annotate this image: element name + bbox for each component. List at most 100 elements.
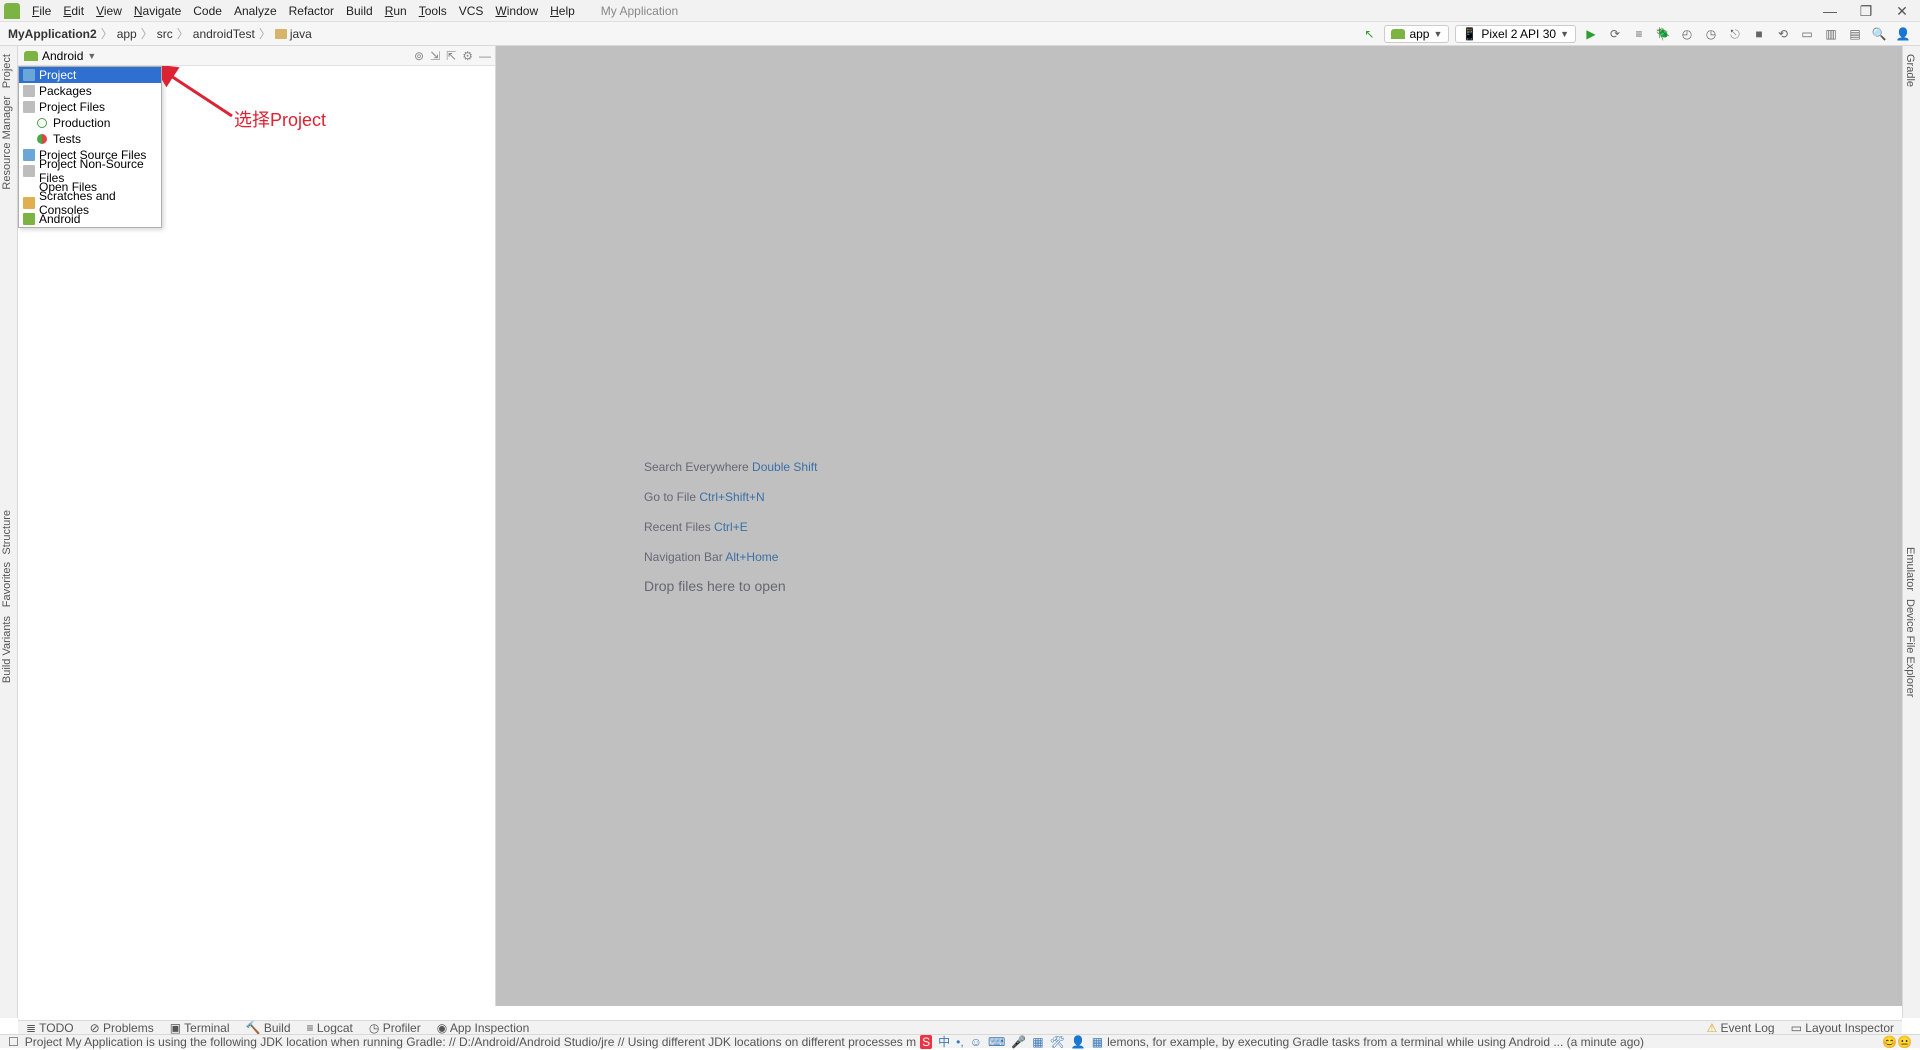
tool-build-variants[interactable]: Build Variants xyxy=(1,616,13,683)
status-indicator-icon[interactable]: ☐ xyxy=(8,1035,19,1049)
target-icon[interactable]: ⊚ xyxy=(414,49,424,63)
avd-manager-icon[interactable]: ▭ xyxy=(1798,25,1816,43)
tool-project[interactable]: Project xyxy=(1,54,13,88)
menu-refactor[interactable]: Refactor xyxy=(289,4,334,18)
tool-device-file-explorer[interactable]: Device File Explorer xyxy=(1904,599,1916,697)
hint-goto-file: Go to File Ctrl+Shift+N xyxy=(644,488,765,504)
dropdown-item-scratches[interactable]: Scratches and Consoles xyxy=(19,195,161,211)
production-icon xyxy=(37,118,47,128)
search-icon[interactable]: 🔍 xyxy=(1870,25,1888,43)
debug-icon[interactable]: 🪲 xyxy=(1654,25,1672,43)
menu-navigate[interactable]: Navigate xyxy=(134,4,181,18)
menu-help[interactable]: Help xyxy=(550,4,575,18)
annotation-label: 选择Project xyxy=(234,106,326,132)
ime-lang-icon[interactable]: 中 xyxy=(938,1033,950,1050)
menu-vcs[interactable]: VCS xyxy=(459,4,484,18)
ime-pad-icon[interactable]: ▦ xyxy=(1032,1035,1043,1049)
hide-icon[interactable]: — xyxy=(479,49,491,63)
tests-icon xyxy=(37,134,47,144)
run-config-select[interactable]: app ▼ xyxy=(1384,25,1449,43)
ime-face-icon[interactable]: ☺ xyxy=(970,1035,982,1049)
profile-icon[interactable]: ◷ xyxy=(1702,25,1720,43)
tool-gradle[interactable]: Gradle xyxy=(1904,54,1916,87)
dropdown-item-non-source-files[interactable]: Project Non-Source Files xyxy=(19,163,161,179)
coverage-icon[interactable]: ◴ xyxy=(1678,25,1696,43)
ime-kbd-icon[interactable]: ⌨ xyxy=(988,1035,1005,1049)
ime-mic-icon[interactable]: 🎤 xyxy=(1011,1035,1026,1049)
menu-tools[interactable]: Tools xyxy=(419,4,447,18)
status-neutral-icon[interactable]: 😐 xyxy=(1897,1035,1912,1049)
ime-grid-icon[interactable]: ▦ xyxy=(1092,1035,1103,1049)
tool-favorites[interactable]: Favorites xyxy=(1,562,13,607)
breadcrumb-androidtest[interactable]: androidTest xyxy=(193,27,255,41)
breadcrumb-app[interactable]: app xyxy=(117,27,137,41)
project-view-label: Android xyxy=(42,49,83,63)
menu-build[interactable]: Build xyxy=(346,4,373,18)
expand-icon[interactable]: ⇲ xyxy=(430,49,440,63)
tool-build[interactable]: 🔨 Build xyxy=(246,1021,291,1035)
menu-edit[interactable]: Edit xyxy=(63,4,84,18)
android-studio-logo-icon xyxy=(4,3,20,19)
apply-code-icon[interactable]: ≡ xyxy=(1630,25,1648,43)
menu-run[interactable]: Run xyxy=(385,4,407,18)
menu-code[interactable]: Code xyxy=(193,4,222,18)
status-bar: ☐ Project My Application is using the fo… xyxy=(0,1034,1920,1048)
dropdown-item-project[interactable]: Project xyxy=(19,67,161,83)
menu-view[interactable]: View xyxy=(96,4,122,18)
ime-bar[interactable]: S 中 •, ☺ ⌨ 🎤 ▦ 🛠 👤 ▦ xyxy=(920,1033,1103,1050)
dropdown-item-packages[interactable]: Packages xyxy=(19,83,161,99)
gear-icon[interactable]: ⚙ xyxy=(462,49,473,63)
apply-changes-icon[interactable]: ⟳ xyxy=(1606,25,1624,43)
menu-analyze[interactable]: Analyze xyxy=(234,4,277,18)
tool-todo[interactable]: ≣ TODO xyxy=(26,1021,74,1035)
run-icon[interactable]: ▶ xyxy=(1582,25,1600,43)
dropdown-item-production[interactable]: Production xyxy=(19,115,161,131)
sdk-manager-icon[interactable]: ▥ xyxy=(1822,25,1840,43)
device-icon: 📱 xyxy=(1462,27,1477,41)
tool-layout-inspector[interactable]: ▭ Layout Inspector xyxy=(1791,1021,1894,1035)
folder-icon xyxy=(23,165,35,177)
chevron-down-icon: ▼ xyxy=(1433,29,1442,39)
device-select[interactable]: 📱 Pixel 2 API 30 ▼ xyxy=(1455,25,1576,43)
attach-debugger-icon[interactable]: ⎋ xyxy=(1726,25,1744,43)
close-icon[interactable]: ✕ xyxy=(1884,3,1920,20)
user-icon[interactable]: 👤 xyxy=(1894,25,1912,43)
run-config-label: app xyxy=(1409,27,1429,41)
tool-event-log[interactable]: ⚠ Event Log xyxy=(1706,1021,1774,1035)
tool-emulator[interactable]: Emulator xyxy=(1904,547,1916,591)
dropdown-item-project-files[interactable]: Project Files xyxy=(19,99,161,115)
maximize-icon[interactable]: ❐ xyxy=(1848,3,1884,20)
tool-terminal[interactable]: ▣ Terminal xyxy=(170,1021,230,1035)
dropdown-item-android[interactable]: Android xyxy=(19,211,161,227)
ime-punct-icon[interactable]: •, xyxy=(956,1035,964,1049)
chevron-right-icon: 〉 xyxy=(259,25,271,42)
ime-sogou-icon[interactable]: S xyxy=(920,1035,932,1049)
menu-file[interactable]: File xyxy=(32,4,51,18)
folder-icon xyxy=(23,101,35,113)
tool-profiler[interactable]: ◷ Profiler xyxy=(369,1021,421,1035)
ime-tool-icon[interactable]: 🛠 xyxy=(1050,1035,1065,1049)
ime-user-icon[interactable]: 👤 xyxy=(1071,1035,1086,1049)
minimize-icon[interactable]: — xyxy=(1812,3,1848,19)
tool-problems[interactable]: ⊘ Problems xyxy=(90,1021,154,1035)
collapse-icon[interactable]: ⇱ xyxy=(446,49,456,63)
tool-structure[interactable]: Structure xyxy=(1,510,13,555)
sync-icon[interactable]: ⟲ xyxy=(1774,25,1792,43)
tool-app-inspection[interactable]: ◉ App Inspection xyxy=(437,1021,530,1035)
device-manager-icon[interactable]: ▤ xyxy=(1846,25,1864,43)
status-happy-icon[interactable]: 😊 xyxy=(1882,1035,1897,1049)
android-icon xyxy=(23,213,35,225)
breadcrumb-src[interactable]: src xyxy=(157,27,173,41)
breadcrumb-java[interactable]: java xyxy=(290,27,312,41)
tool-resource-manager[interactable]: Resource Manager xyxy=(1,96,13,190)
menu-window[interactable]: Window xyxy=(495,4,538,18)
project-view-selector[interactable]: Android ▼ ⊚ ⇲ ⇱ ⚙ — xyxy=(18,46,495,66)
dropdown-item-tests[interactable]: Tests xyxy=(19,131,161,147)
run-toolbar: ↖ app ▼ 📱 Pixel 2 API 30 ▼ ▶ ⟳ ≡ 🪲 ◴ ◷ ⎋… xyxy=(1360,22,1912,46)
tool-logcat[interactable]: ≡ Logcat xyxy=(307,1021,353,1035)
breadcrumb-root[interactable]: MyApplication2 xyxy=(8,27,97,41)
stop-icon[interactable]: ■ xyxy=(1750,25,1768,43)
right-toolwindow-bar: Gradle Emulator Device File Explorer xyxy=(1902,46,1920,1018)
add-config-icon[interactable]: ↖ xyxy=(1360,25,1378,43)
editor-area[interactable]: Search Everywhere Double Shift Go to Fil… xyxy=(496,46,1902,1006)
